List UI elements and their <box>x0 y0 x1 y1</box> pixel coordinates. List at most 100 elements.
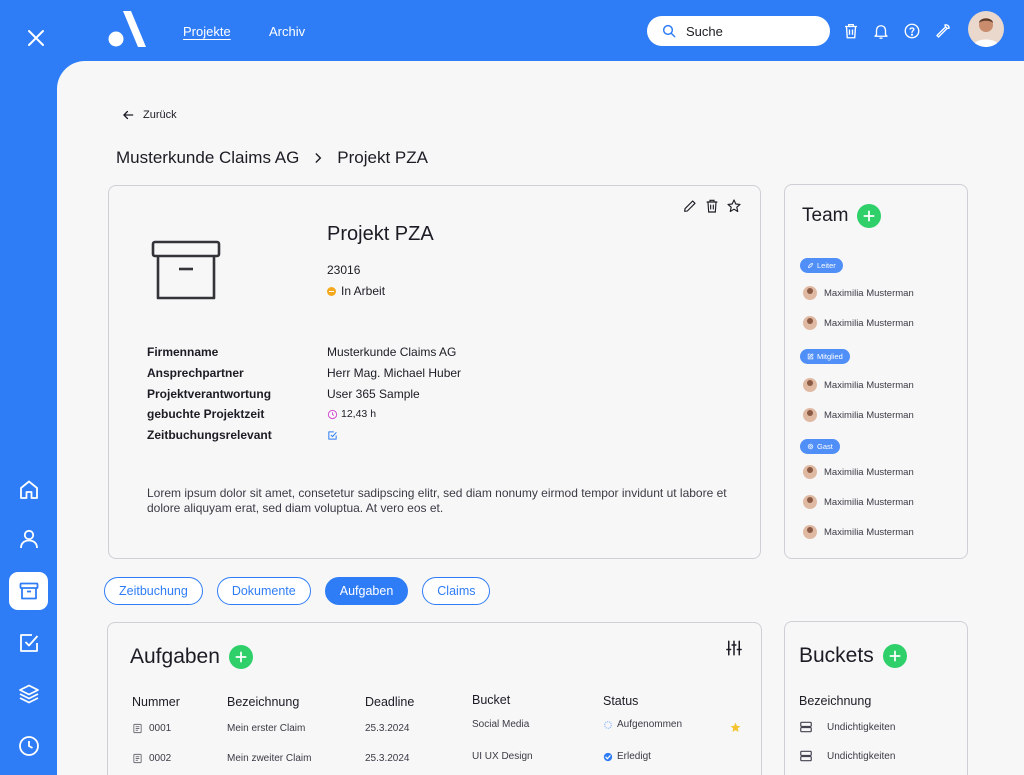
tab-zeitbuchung[interactable]: Zeitbuchung <box>104 577 203 605</box>
role-label: Leiter <box>817 261 836 270</box>
team-member[interactable]: Maximilia Musterman <box>803 316 914 330</box>
top-bar: Projekte Archiv <box>57 0 1024 61</box>
checkbox-icon[interactable] <box>9 624 48 662</box>
avatar <box>803 465 817 479</box>
star-icon[interactable] <box>726 198 742 219</box>
status-done-icon <box>603 752 613 761</box>
add-bucket-button[interactable] <box>882 644 907 668</box>
member-name: Maximilia Musterman <box>824 287 914 299</box>
nav-projekte[interactable]: Projekte <box>183 24 231 39</box>
member-name: Maximilia Musterman <box>824 409 914 421</box>
user-icon[interactable] <box>9 520 48 558</box>
bucket-row[interactable]: Undichtigkeiten <box>799 749 895 763</box>
bucket-label: Undichtigkeiten <box>827 721 896 733</box>
task-number-label: 0001 <box>149 723 172 734</box>
detail-row: Firmenname Musterkunde Claims AG <box>147 342 461 363</box>
search-input[interactable] <box>686 23 816 39</box>
filter-sliders-icon[interactable] <box>725 639 743 657</box>
arrow-left-icon <box>123 110 134 120</box>
task-status: Erledigt <box>603 751 651 762</box>
task-number[interactable]: 0002 <box>132 753 171 764</box>
clock-icon[interactable] <box>9 727 48 765</box>
bucket-row[interactable]: Undichtigkeiten <box>799 720 895 734</box>
help-icon[interactable] <box>903 22 921 40</box>
task-name[interactable]: Mein erster Claim <box>227 723 305 734</box>
edit-box-icon <box>807 353 814 360</box>
add-task-button[interactable] <box>228 645 253 669</box>
tab-dokumente[interactable]: Dokumente <box>216 577 311 605</box>
task-number[interactable]: 0001 <box>132 723 171 734</box>
close-icon[interactable] <box>24 26 48 50</box>
project-details: Firmenname Musterkunde Claims AG Ansprec… <box>147 342 461 445</box>
archive-icon[interactable] <box>9 572 48 610</box>
role-label: Gast <box>817 442 833 451</box>
team-member[interactable]: Maximilia Musterman <box>803 408 914 422</box>
member-name: Maximilia Musterman <box>824 466 914 478</box>
member-name: Maximilia Musterman <box>824 496 914 508</box>
column-header[interactable]: Nummer <box>132 695 180 709</box>
trash-icon[interactable] <box>842 22 860 40</box>
detail-label: Ansprechpartner <box>147 366 244 381</box>
column-header[interactable]: Bucket <box>472 693 510 707</box>
bell-icon[interactable] <box>872 22 890 40</box>
project-card: Projekt PZA 23016 In Arbeit Firmenname M… <box>108 185 761 559</box>
plus-icon <box>863 210 876 222</box>
team-member[interactable]: Maximilia Musterman <box>803 465 914 479</box>
team-member[interactable]: Maximilia Musterman <box>803 286 914 300</box>
add-team-member-button[interactable] <box>857 204 882 228</box>
star-filled-icon[interactable] <box>729 721 742 734</box>
buckets-header: Buckets <box>799 644 907 668</box>
column-header[interactable]: Status <box>603 694 638 708</box>
avatar <box>803 408 817 422</box>
column-header[interactable]: Deadline <box>365 695 414 709</box>
checkbox-checked-icon[interactable] <box>327 430 338 441</box>
column-header[interactable]: Bezeichnung <box>227 695 299 709</box>
clock-icon <box>327 409 338 420</box>
trash-icon[interactable] <box>704 198 720 219</box>
role-badge-leiter: Leiter <box>800 258 843 273</box>
plus-icon <box>235 651 247 663</box>
role-badge-mitglied: Mitglied <box>800 349 850 364</box>
bucket-icon <box>800 721 812 733</box>
buckets-card: Buckets Bezeichnung Undichtigkeiten Undi… <box>784 621 968 775</box>
team-member[interactable]: Maximilia Musterman <box>803 525 914 539</box>
team-member[interactable]: Maximilia Musterman <box>803 495 914 509</box>
bucket-icon <box>800 750 812 762</box>
detail-row: gebuchte Projektzeit 12,43 h <box>147 404 461 425</box>
home-icon[interactable] <box>9 471 48 509</box>
detail-value: Musterkunde Claims AG <box>327 345 457 360</box>
task-status: Aufgenommen <box>603 719 682 730</box>
back-label: Zurück <box>143 109 177 121</box>
back-link[interactable]: Zurück <box>121 108 177 122</box>
sidebar <box>0 0 57 775</box>
plus-icon <box>889 650 901 662</box>
breadcrumb-customer[interactable]: Musterkunde Claims AG <box>116 148 299 168</box>
tasks-title: Aufgaben <box>130 645 220 668</box>
breadcrumb: Musterkunde Claims AG Projekt PZA <box>116 148 428 168</box>
column-header[interactable]: Bezeichnung <box>799 694 871 708</box>
role-label: Mitglied <box>817 352 843 361</box>
archive-box-icon <box>151 240 221 300</box>
search-box[interactable] <box>647 16 830 46</box>
bucket-label: Undichtigkeiten <box>827 750 896 762</box>
role-badge-gast: Gast <box>800 439 840 454</box>
tab-claims[interactable]: Claims <box>422 577 491 605</box>
project-title: Projekt PZA <box>327 223 434 245</box>
app-logo[interactable] <box>108 11 146 47</box>
wrench-icon[interactable] <box>934 22 952 40</box>
detail-value <box>327 430 341 441</box>
tab-aufgaben[interactable]: Aufgaben <box>324 577 409 605</box>
layers-icon[interactable] <box>9 675 48 713</box>
detail-value: Herr Mag. Michael Huber <box>327 366 462 381</box>
buckets-title: Buckets <box>799 644 874 667</box>
task-name[interactable]: Mein zweiter Claim <box>227 753 311 764</box>
nav-archiv[interactable]: Archiv <box>269 24 305 39</box>
user-avatar[interactable] <box>968 11 1004 47</box>
task-bucket: UI UX Design <box>472 751 533 762</box>
team-member[interactable]: Maximilia Musterman <box>803 378 914 392</box>
edit-icon[interactable] <box>682 198 698 219</box>
booked-time: 12,43 h <box>341 408 377 421</box>
status-open-icon <box>604 720 612 729</box>
tab-bar: Zeitbuchung Dokumente Aufgaben Claims <box>104 577 491 605</box>
member-name: Maximilia Musterman <box>824 526 914 538</box>
